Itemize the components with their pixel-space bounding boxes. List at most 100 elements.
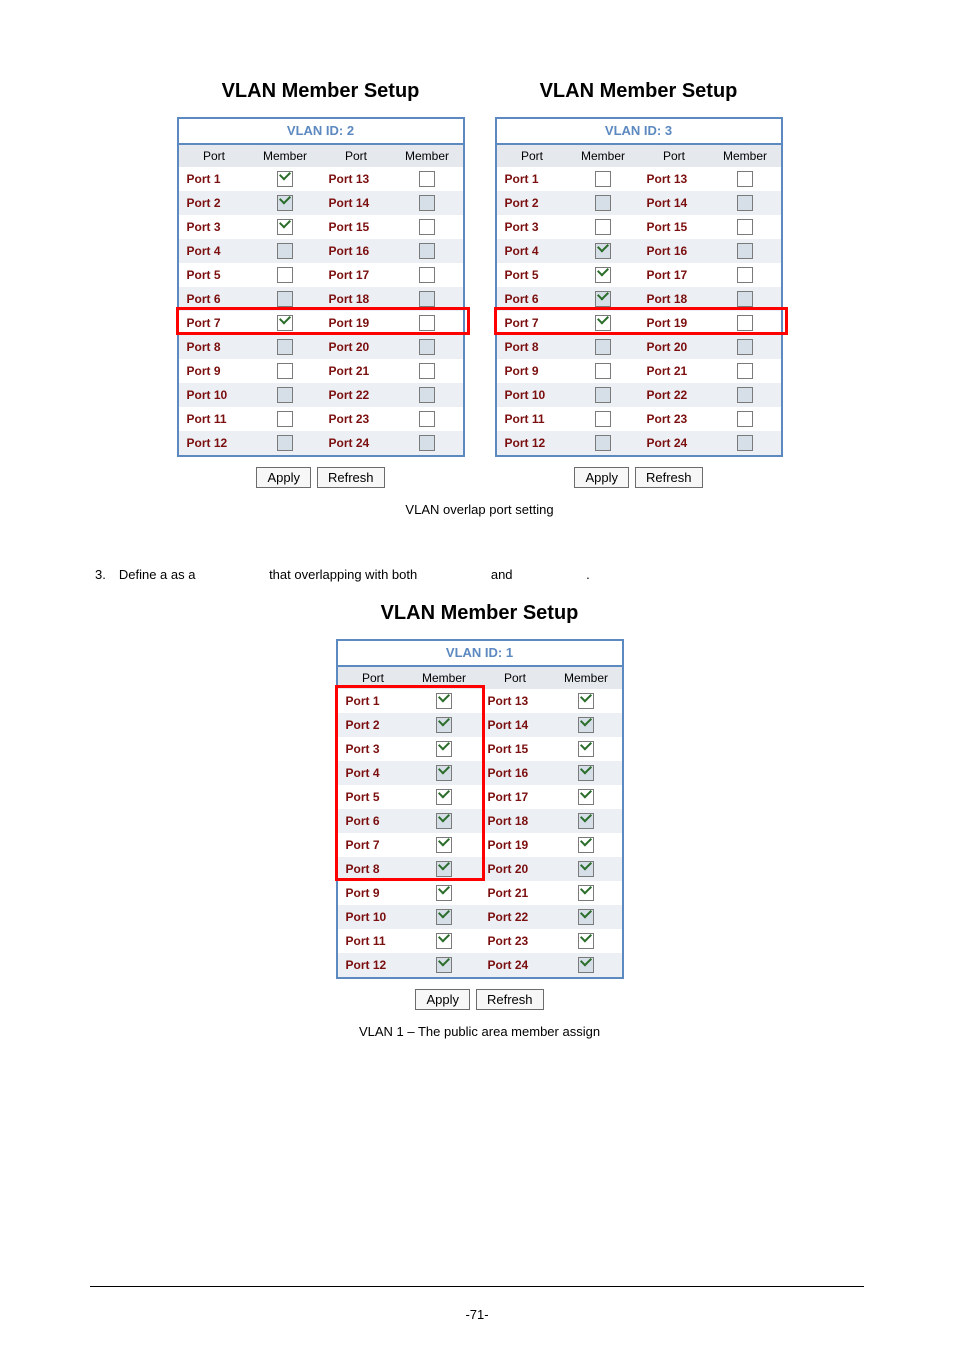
member-checkbox[interactable]: [436, 909, 452, 925]
port-label: Port 18: [639, 292, 710, 306]
refresh-button[interactable]: Refresh: [635, 467, 703, 488]
member-checkbox[interactable]: [419, 267, 435, 283]
member-checkbox[interactable]: [578, 909, 594, 925]
member-checkbox[interactable]: [595, 171, 611, 187]
member-checkbox[interactable]: [277, 435, 293, 451]
member-checkbox[interactable]: [419, 387, 435, 403]
apply-button[interactable]: Apply: [415, 989, 470, 1010]
member-checkbox[interactable]: [737, 171, 753, 187]
member-checkbox-cell: [551, 957, 622, 973]
member-checkbox[interactable]: [419, 363, 435, 379]
port-label: Port 2: [497, 196, 568, 210]
port-row: Port 12Port 24: [338, 953, 622, 977]
member-checkbox[interactable]: [436, 957, 452, 973]
member-checkbox[interactable]: [595, 411, 611, 427]
member-checkbox[interactable]: [578, 885, 594, 901]
member-checkbox-cell: [568, 411, 639, 427]
member-checkbox[interactable]: [737, 243, 753, 259]
refresh-button[interactable]: Refresh: [317, 467, 385, 488]
member-checkbox[interactable]: [419, 195, 435, 211]
member-checkbox[interactable]: [595, 219, 611, 235]
instr-mid3: and: [421, 567, 516, 582]
member-checkbox-cell: [250, 291, 321, 307]
member-checkbox[interactable]: [595, 267, 611, 283]
port-row: Port 3Port 15: [179, 215, 463, 239]
refresh-button[interactable]: Refresh: [476, 989, 544, 1010]
member-checkbox[interactable]: [737, 291, 753, 307]
member-checkbox-cell: [250, 171, 321, 187]
member-checkbox-cell: [250, 363, 321, 379]
member-checkbox[interactable]: [737, 195, 753, 211]
member-checkbox-cell: [568, 339, 639, 355]
highlight-outline: [176, 307, 470, 335]
member-checkbox[interactable]: [595, 339, 611, 355]
member-checkbox-cell: [250, 219, 321, 235]
port-label: Port 22: [321, 388, 392, 402]
member-checkbox-cell: [710, 171, 781, 187]
member-checkbox[interactable]: [595, 243, 611, 259]
member-checkbox[interactable]: [595, 387, 611, 403]
port-label: Port 17: [639, 268, 710, 282]
member-checkbox[interactable]: [419, 435, 435, 451]
member-checkbox[interactable]: [277, 171, 293, 187]
member-checkbox-cell: [392, 339, 463, 355]
member-checkbox[interactable]: [419, 243, 435, 259]
member-checkbox[interactable]: [737, 219, 753, 235]
port-label: Port 10: [497, 388, 568, 402]
member-checkbox[interactable]: [277, 291, 293, 307]
member-checkbox-cell: [392, 387, 463, 403]
member-checkbox[interactable]: [578, 789, 594, 805]
member-checkbox[interactable]: [436, 885, 452, 901]
member-checkbox[interactable]: [419, 171, 435, 187]
member-checkbox-cell: [392, 411, 463, 427]
member-checkbox[interactable]: [578, 765, 594, 781]
port-row: Port 11Port 23: [179, 407, 463, 431]
port-row: Port 12Port 24: [497, 431, 781, 455]
member-checkbox[interactable]: [737, 411, 753, 427]
member-checkbox[interactable]: [595, 363, 611, 379]
port-label: Port 15: [639, 220, 710, 234]
member-checkbox[interactable]: [578, 933, 594, 949]
member-checkbox[interactable]: [419, 411, 435, 427]
member-checkbox-cell: [392, 195, 463, 211]
member-checkbox-cell: [710, 291, 781, 307]
member-checkbox[interactable]: [578, 813, 594, 829]
member-checkbox[interactable]: [277, 363, 293, 379]
member-checkbox[interactable]: [737, 267, 753, 283]
member-checkbox[interactable]: [578, 837, 594, 853]
member-checkbox[interactable]: [595, 291, 611, 307]
member-checkbox[interactable]: [436, 933, 452, 949]
member-checkbox[interactable]: [737, 435, 753, 451]
member-checkbox[interactable]: [277, 387, 293, 403]
member-checkbox[interactable]: [277, 339, 293, 355]
member-checkbox[interactable]: [419, 291, 435, 307]
vlan-id-header: VLAN ID: 1: [338, 641, 622, 667]
member-checkbox[interactable]: [595, 195, 611, 211]
member-checkbox[interactable]: [277, 411, 293, 427]
member-checkbox[interactable]: [578, 957, 594, 973]
member-checkbox[interactable]: [419, 339, 435, 355]
member-checkbox[interactable]: [737, 387, 753, 403]
member-checkbox-cell: [710, 219, 781, 235]
member-checkbox[interactable]: [595, 435, 611, 451]
member-checkbox[interactable]: [277, 243, 293, 259]
member-checkbox[interactable]: [419, 219, 435, 235]
member-checkbox[interactable]: [277, 219, 293, 235]
apply-button[interactable]: Apply: [256, 467, 311, 488]
member-checkbox-cell: [710, 243, 781, 259]
member-checkbox-cell: [409, 933, 480, 949]
member-checkbox[interactable]: [277, 267, 293, 283]
member-checkbox[interactable]: [578, 717, 594, 733]
apply-button[interactable]: Apply: [574, 467, 629, 488]
instr-mid2: that overlapping with both: [199, 567, 421, 582]
caption-public: VLAN 1 – The public area member assign: [359, 1024, 600, 1039]
member-checkbox[interactable]: [578, 741, 594, 757]
member-checkbox[interactable]: [737, 363, 753, 379]
column-header-member: Member: [551, 667, 622, 689]
port-row: Port 4Port 16: [179, 239, 463, 263]
member-checkbox[interactable]: [578, 861, 594, 877]
member-checkbox[interactable]: [277, 195, 293, 211]
port-label: Port 15: [321, 220, 392, 234]
member-checkbox[interactable]: [578, 693, 594, 709]
member-checkbox[interactable]: [737, 339, 753, 355]
